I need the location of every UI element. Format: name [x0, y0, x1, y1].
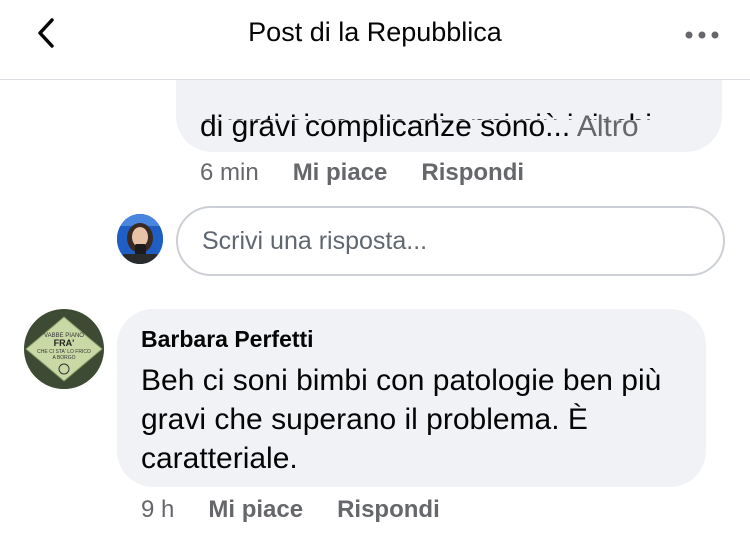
more-options-button[interactable]: [684, 28, 720, 40]
comment-time: 9 h: [141, 496, 175, 523]
comment-body: di gravi complicanze sono...: [200, 110, 571, 143]
avatar-text-line: A BORGO: [52, 355, 75, 361]
comment-actions-previous: 6 min Mi piace Rispondi: [200, 159, 558, 187]
like-button[interactable]: Mi piace: [208, 496, 303, 524]
reply-input[interactable]: Scrivi una risposta...: [176, 206, 725, 276]
avatar[interactable]: [117, 214, 163, 264]
comment-author[interactable]: Barbara Perfetti: [141, 326, 314, 353]
avatar[interactable]: VABBE PIANO FRA' CHE CI STA' LO FRICO A …: [24, 309, 104, 389]
page-title: Post di la Repubblica: [248, 17, 502, 47]
more-dots-icon: [685, 31, 719, 39]
comment-actions: 9 h Mi piace Rispondi: [141, 496, 474, 524]
avatar-text-line: FRA': [54, 338, 75, 348]
reply-button[interactable]: Rispondi: [421, 159, 524, 187]
more-link[interactable]: Altro: [577, 110, 639, 143]
reply-button[interactable]: Rispondi: [337, 496, 440, 524]
top-bar: Post di la Repubblica: [0, 0, 750, 80]
comment-body: Beh ci soni bimbi con patologie ben più …: [141, 364, 662, 475]
comment-time: 6 min: [200, 159, 259, 186]
like-button[interactable]: Mi piace: [293, 159, 388, 187]
comment-bubble: Barbara Perfetti Beh ci soni bimbi con p…: [117, 309, 706, 487]
comment-text: di gravi complicanze sono... Altro: [200, 107, 639, 146]
